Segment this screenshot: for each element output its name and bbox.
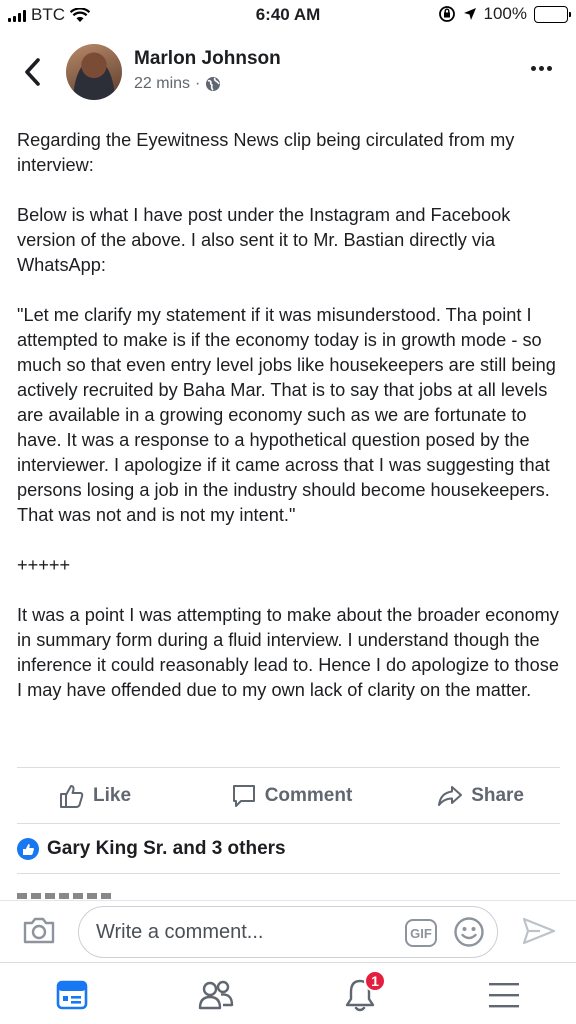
reactions-text: Gary King Sr. and 3 others: [47, 838, 286, 859]
like-reaction-icon: [17, 838, 39, 860]
gif-button[interactable]: GIF: [405, 919, 437, 947]
tab-news-feed[interactable]: [52, 975, 92, 1015]
like-button[interactable]: Like: [17, 768, 214, 823]
comment-composer: Write a comment... GIF: [0, 900, 576, 962]
tab-friends[interactable]: [196, 975, 236, 1015]
divider: [17, 873, 560, 874]
thumbs-up-icon: [60, 784, 84, 808]
tab-bar: 1: [0, 962, 576, 1024]
meta-separator: ·: [195, 75, 201, 92]
status-bar: BTC 6:40 AM 100%: [0, 0, 576, 32]
author-avatar[interactable]: [66, 44, 122, 100]
post-header: Marlon Johnson 22 mins ·: [0, 40, 576, 106]
location-arrow-icon: [463, 8, 476, 20]
battery-icon: [534, 5, 571, 23]
camera-button[interactable]: [22, 915, 56, 950]
emoji-button[interactable]: [453, 916, 485, 953]
back-button[interactable]: [18, 54, 48, 90]
globe-icon: [206, 77, 221, 91]
post-time[interactable]: 22 mins: [134, 75, 190, 93]
reactions-summary[interactable]: Gary King Sr. and 3 others: [17, 838, 286, 860]
comment-placeholder: Write a comment...: [96, 921, 264, 943]
partially-hidden-text: [17, 893, 137, 899]
smiley-icon: [454, 917, 484, 947]
action-bar: Like Comment Share: [17, 767, 560, 824]
friends-icon: [198, 980, 234, 1010]
hamburger-menu-icon: [489, 983, 519, 1008]
like-label: Like: [93, 784, 132, 806]
share-label: Share: [471, 784, 524, 806]
tab-notifications[interactable]: 1: [340, 970, 386, 1015]
news-feed-icon: [56, 980, 88, 1010]
comment-input[interactable]: Write a comment... GIF: [78, 906, 498, 958]
send-icon: [522, 917, 556, 945]
post-meta: 22 mins ·: [134, 75, 221, 93]
comment-bubble-icon: [232, 784, 255, 807]
post-body: Regarding the Eyewitness News clip being…: [17, 130, 559, 700]
share-button[interactable]: Share: [369, 768, 560, 823]
more-options-button[interactable]: [531, 66, 552, 71]
status-right: 100%: [438, 4, 571, 24]
send-button[interactable]: [522, 916, 556, 951]
share-arrow-icon: [438, 785, 463, 806]
author-name[interactable]: Marlon Johnson: [134, 48, 281, 70]
orientation-lock-icon: [438, 6, 455, 22]
tab-menu[interactable]: [484, 975, 524, 1015]
comment-button[interactable]: Comment: [214, 768, 369, 823]
comment-label: Comment: [264, 784, 353, 806]
chevron-left-icon: [25, 58, 40, 86]
notification-badge: 1: [364, 970, 386, 992]
battery-percent: 100%: [483, 4, 527, 23]
camera-icon: [23, 917, 55, 944]
